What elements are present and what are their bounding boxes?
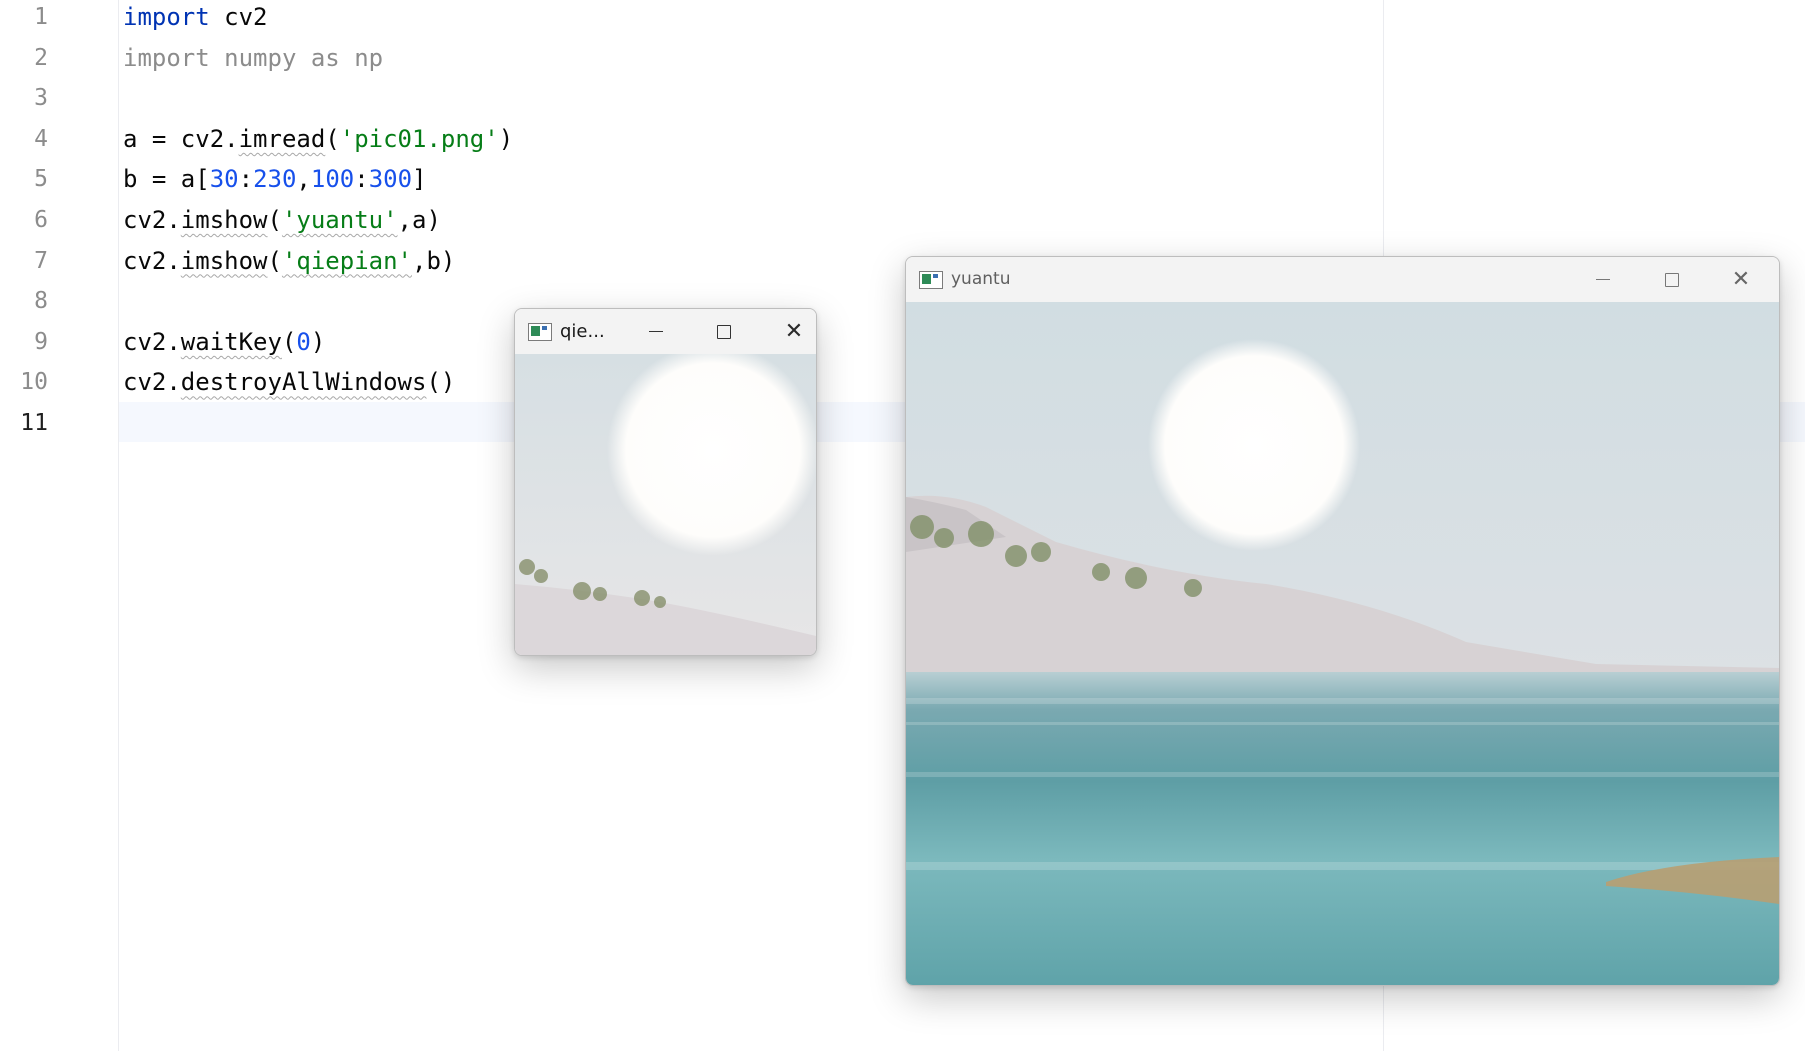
code-token: ]: [412, 165, 427, 194]
line-number: 5: [34, 166, 48, 193]
line-code[interactable]: cv2.imshow('yuantu',a): [123, 200, 441, 240]
qiepian-window[interactable]: qie... ✕: [514, 308, 817, 656]
code-token: 100: [310, 165, 355, 194]
code-token: ,: [296, 165, 311, 194]
code-token: (: [267, 206, 282, 234]
line-number: 6: [34, 207, 48, 233]
code-line[interactable]: 4 a = cv2.imread('pic01.png'): [0, 119, 1805, 159]
line-number: 8: [34, 288, 48, 315]
line-number: 4: [34, 125, 48, 152]
code-line[interactable]: 6 cv2.imshow('yuantu',a): [0, 200, 1805, 240]
code-token: import numpy as np: [123, 43, 384, 72]
code-line[interactable]: 5b = a[30:230,100:300]: [0, 159, 1805, 199]
code-token: cv2.: [123, 327, 181, 356]
qiepian-image: [515, 354, 816, 655]
line-number: 10: [20, 369, 48, 396]
code-token: ): [498, 124, 514, 153]
code-token: ,a): [397, 206, 441, 234]
code-token: 30: [209, 165, 239, 194]
minimize-button[interactable]: [633, 309, 679, 354]
code-token: :: [354, 165, 369, 194]
line-code[interactable]: cv2.imshow('qiepian',b): [123, 241, 455, 281]
maximize-button[interactable]: [701, 309, 747, 354]
code-line[interactable]: 2 import numpy as np: [0, 38, 1805, 78]
opencv-window-icon: [919, 271, 943, 289]
line-number: 2: [34, 44, 48, 71]
code-token: ,b): [412, 246, 456, 275]
code-token: cv2.: [123, 246, 181, 275]
code-token: cv2: [209, 3, 268, 31]
code-token: cv2.: [123, 206, 181, 234]
yuantu-image: [906, 302, 1779, 985]
maximize-button[interactable]: [1649, 257, 1695, 302]
window-title: yuantu: [951, 269, 1011, 289]
line-code[interactable]: a = cv2.imread('pic01.png'): [123, 119, 513, 159]
code-token: 0: [296, 327, 311, 356]
line-code[interactable]: cv2.destroyAllWindows(): [123, 362, 455, 402]
line-code[interactable]: b = a[30:230,100:300]: [123, 159, 427, 199]
code-token: 230: [253, 165, 297, 194]
code-token: :: [238, 165, 254, 194]
code-token: 'qiepian': [281, 246, 412, 275]
cropped-photo: [515, 354, 816, 655]
line-number: 11: [20, 410, 48, 436]
code-token: 300: [368, 165, 413, 194]
code-line[interactable]: 1 import cv2: [0, 0, 1805, 37]
code-token: ): [310, 327, 326, 356]
minimize-button[interactable]: [1580, 257, 1626, 302]
code-token: import: [123, 3, 210, 31]
yuantu-window[interactable]: yuantu ✕: [905, 256, 1780, 986]
line-number: 3: [34, 85, 48, 112]
line-code[interactable]: import cv2: [123, 0, 268, 37]
line-number: 7: [34, 247, 48, 274]
opencv-window-icon: [528, 323, 552, 341]
code-token: 'pic01.png': [339, 124, 499, 153]
line-code[interactable]: import numpy as np: [123, 38, 383, 78]
code-line[interactable]: 3: [0, 78, 1805, 118]
code-token: (: [281, 327, 297, 356]
code-token: imshow: [180, 246, 268, 275]
code-token: a = cv2.: [123, 124, 239, 153]
code-token: destroyAllWindows: [180, 368, 427, 397]
yuantu-titlebar[interactable]: yuantu ✕: [906, 257, 1779, 302]
close-button[interactable]: ✕: [771, 309, 816, 354]
code-token: (: [325, 124, 340, 153]
code-token: (: [267, 246, 282, 275]
code-token: cv2.: [123, 368, 181, 397]
window-title: qie...: [560, 321, 605, 342]
landscape-photo: [906, 302, 1779, 985]
code-token: imread: [238, 124, 326, 153]
line-code[interactable]: cv2.waitKey(0): [123, 322, 325, 362]
code-token: waitKey: [180, 327, 282, 356]
code-token: (): [426, 368, 456, 397]
qiepian-titlebar[interactable]: qie... ✕: [515, 309, 816, 354]
line-number: 1: [34, 4, 48, 30]
close-button[interactable]: ✕: [1718, 257, 1764, 302]
line-number: 9: [34, 328, 48, 355]
code-token: b = a[: [123, 165, 210, 194]
code-token: imshow: [180, 206, 268, 234]
code-token: 'yuantu': [281, 206, 398, 234]
